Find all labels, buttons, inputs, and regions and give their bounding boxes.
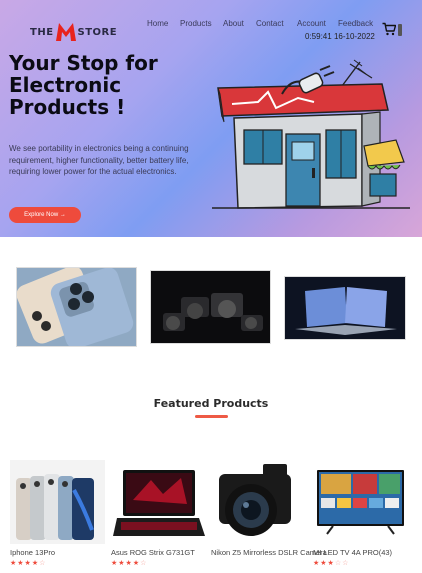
featured-underline <box>195 415 228 418</box>
product-name: Nikon Z5 Mirrorless DSLR Camera <box>211 548 327 557</box>
product-card[interactable]: Asus ROG Strix G731GT ★★★★☆ <box>111 460 206 568</box>
store-illustration <box>212 59 410 209</box>
laptop-product-icon <box>111 460 206 544</box>
explore-now-button[interactable]: Explore Now → <box>9 207 81 223</box>
laptops-photo-icon <box>285 277 405 339</box>
hero-banner: THE STORE Home Products About Contact Ac… <box>0 0 422 237</box>
product-name: MI LED TV 4A PRO(43) <box>313 548 393 557</box>
tv-product-icon <box>313 460 408 544</box>
cart-indicator <box>398 24 402 36</box>
featured-title: Featured Products <box>153 397 269 410</box>
product-image[interactable] <box>10 460 105 544</box>
product-card[interactable]: Nikon Z5 Mirrorless DSLR Camera <box>211 460 327 558</box>
iphone-product-icon <box>10 460 105 544</box>
logo-m-icon <box>55 23 76 41</box>
camera-product-icon <box>211 460 306 544</box>
nav-about[interactable]: About <box>223 19 244 28</box>
nav-home[interactable]: Home <box>147 19 168 28</box>
product-name: Asus ROG Strix G731GT <box>111 548 195 557</box>
store-logo[interactable]: THE STORE <box>30 22 117 42</box>
category-laptops-image[interactable] <box>284 276 406 340</box>
nav-products[interactable]: Products <box>180 19 212 28</box>
logo-prefix: THE <box>30 26 54 38</box>
product-card[interactable]: MI LED TV 4A PRO(43) ★★★☆☆ <box>313 460 408 568</box>
product-image[interactable] <box>313 460 408 544</box>
category-cameras-image[interactable] <box>150 270 271 344</box>
clock-date: 16-10-2022 <box>333 32 375 41</box>
product-rating: ★★★★☆ <box>10 559 47 567</box>
category-phones-image[interactable] <box>16 267 137 347</box>
iphone-photo-icon <box>17 268 136 346</box>
nav-feedback[interactable]: Feedback <box>338 19 373 28</box>
nav-account[interactable]: Account <box>297 19 326 28</box>
hero-title: Your Stop for Electronic Products ! <box>9 51 158 119</box>
clock-time: 0:59:41 <box>305 32 332 41</box>
product-rating: ★★★☆☆ <box>313 559 350 567</box>
product-card[interactable]: Iphone 13Pro ★★★★☆ <box>10 460 105 568</box>
nav-contact[interactable]: Contact <box>256 19 284 28</box>
hero-description: We see portability in electronics being … <box>9 144 189 176</box>
clock: 0:59:41 16-10-2022 <box>305 32 375 41</box>
product-image[interactable] <box>111 460 206 544</box>
product-name: Iphone 13Pro <box>10 548 56 557</box>
product-image[interactable] <box>211 460 306 544</box>
logo-suffix: STORE <box>77 26 118 38</box>
cameras-photo-icon <box>151 271 270 343</box>
cart-icon[interactable] <box>382 22 396 36</box>
product-rating: ★★★★☆ <box>111 559 148 567</box>
